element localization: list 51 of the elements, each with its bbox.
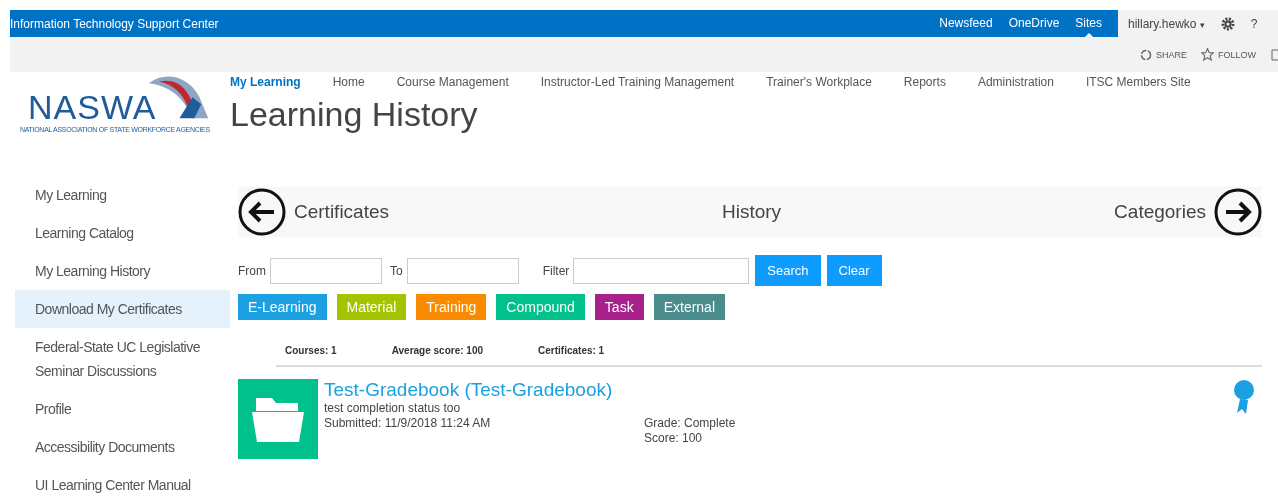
sidebar-item[interactable]: Learning Catalog bbox=[15, 214, 230, 252]
nav-link[interactable]: My Learning bbox=[230, 75, 301, 89]
score: Score: 100 bbox=[644, 431, 704, 446]
suite-link[interactable]: Sites bbox=[1075, 10, 1102, 37]
nav-link[interactable]: Instructor-Led Training Management bbox=[540, 75, 735, 89]
from-label: From bbox=[238, 263, 266, 278]
nav-link[interactable]: Administration bbox=[977, 75, 1054, 89]
type-filter-tag[interactable]: Task bbox=[594, 294, 644, 320]
filter-label: Filter bbox=[542, 263, 570, 278]
page-title: Learning History bbox=[230, 95, 478, 134]
to-date-field[interactable] bbox=[406, 257, 519, 284]
sidebar-item[interactable]: Download My Certificates bbox=[15, 290, 230, 328]
grade: Grade: Complete bbox=[644, 416, 736, 431]
nav-link[interactable]: Course Management bbox=[396, 75, 509, 89]
award-ribbon-icon[interactable] bbox=[1232, 379, 1256, 415]
summary-stat: Courses: 1 bbox=[285, 345, 337, 356]
course-description: test completion status too bbox=[324, 401, 462, 416]
settings-icon[interactable] bbox=[1220, 16, 1235, 31]
sidebar-item[interactable]: My Learning bbox=[15, 176, 230, 214]
follow-button[interactable]: FOLLOW bbox=[1201, 48, 1256, 61]
current-section: History bbox=[722, 201, 782, 223]
share-icon bbox=[1139, 48, 1152, 61]
submitted-date: Submitted: 11/9/2018 11:24 AM bbox=[324, 416, 492, 431]
sidebar-item[interactable]: Accessibility Documents bbox=[15, 428, 230, 466]
suite-link[interactable]: Newsfeed bbox=[939, 10, 993, 37]
logo-wordmark: NASWA bbox=[28, 90, 157, 124]
nav-link[interactable]: ITSC Members Site bbox=[1085, 75, 1191, 89]
share-button[interactable]: SHARE bbox=[1139, 48, 1187, 61]
nav-link[interactable]: Trainer's Workplace bbox=[766, 75, 872, 89]
next-section-link[interactable]: Categories bbox=[1114, 201, 1206, 223]
summary-stat: Average score: 100 bbox=[391, 345, 484, 356]
caret-icon: ▾ bbox=[1199, 19, 1205, 30]
sidebar-item[interactable]: Federal-State UC Legislative Seminar Discussions bbox=[15, 328, 230, 390]
suite-link[interactable]: OneDrive bbox=[1008, 10, 1060, 37]
user-menu[interactable]: hillary.hewko ▾ bbox=[1128, 16, 1205, 31]
nav-link[interactable]: Reports bbox=[903, 75, 946, 89]
star-icon bbox=[1201, 48, 1214, 61]
site-title: Information Technology Support Center bbox=[10, 16, 220, 31]
to-label: To bbox=[390, 263, 403, 278]
sidebar-item[interactable]: UI Learning Center Manual bbox=[15, 466, 230, 498]
nav-link[interactable]: Home bbox=[332, 75, 365, 89]
previous-section-link[interactable]: Certificates bbox=[294, 201, 390, 223]
filter-field[interactable] bbox=[573, 257, 750, 284]
summary-stat: Certificates: 1 bbox=[538, 345, 605, 356]
folder-icon bbox=[250, 396, 306, 442]
sidebar-item[interactable]: My Learning History bbox=[15, 252, 230, 290]
type-filter-tag[interactable]: External bbox=[653, 294, 725, 320]
focus-icon[interactable] bbox=[1270, 47, 1278, 62]
from-date-field[interactable] bbox=[270, 257, 382, 284]
help-icon[interactable]: ? bbox=[1250, 16, 1258, 31]
sidebar-item[interactable]: Profile bbox=[15, 390, 230, 428]
